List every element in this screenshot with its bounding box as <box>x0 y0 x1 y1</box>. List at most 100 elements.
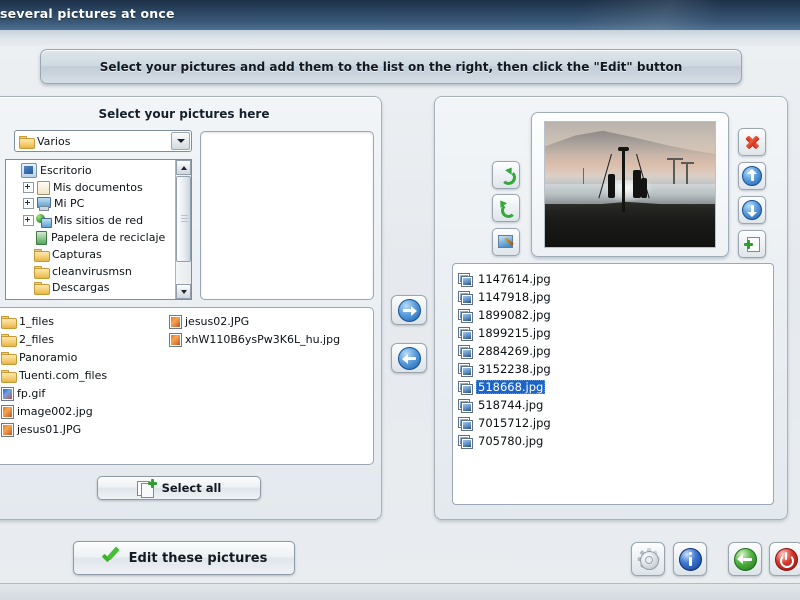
remove-from-list-button[interactable] <box>391 343 427 373</box>
file-name: 3152238.jpg <box>478 362 551 376</box>
back-button[interactable] <box>728 542 762 576</box>
rotate-right-button[interactable] <box>492 161 520 189</box>
source-file-list[interactable]: 1_files 2_files Panoramio Tuenti.com_files f… <box>0 307 374 465</box>
expand-icon[interactable] <box>23 215 34 227</box>
info-button[interactable] <box>673 542 707 576</box>
tree-node[interactable]: Capturas <box>6 246 174 263</box>
move-down-button[interactable] <box>738 196 766 224</box>
chevron-down-icon[interactable] <box>171 132 190 150</box>
list-item[interactable]: jesus02.JPG <box>169 312 340 330</box>
selected-file-list-items: 1147614.jpg 1147918.jpg 1899082.jpg 1899215… <box>458 270 771 450</box>
list-item[interactable]: 1147918.jpg <box>458 288 771 306</box>
rotate-right-icon <box>498 165 516 185</box>
arrow-down-icon <box>742 200 762 220</box>
add-file-icon <box>744 236 760 252</box>
documents-icon <box>36 180 50 195</box>
file-name: 1147918.jpg <box>478 290 551 304</box>
list-item[interactable]: 3152238.jpg <box>458 360 771 378</box>
file-name: 1899082.jpg <box>478 308 551 322</box>
list-item[interactable]: image002.jpg <box>1 402 107 420</box>
list-item[interactable]: fp.gif <box>1 384 107 402</box>
title-sheen <box>0 30 800 46</box>
preview-pane[interactable] <box>200 131 374 300</box>
edit-pictures-button[interactable]: Edit these pictures <box>73 541 295 575</box>
expand-icon[interactable] <box>23 181 34 193</box>
list-item[interactable]: 1147614.jpg <box>458 270 771 288</box>
file-list-column-1: 1_files 2_files Panoramio Tuenti.com_files f… <box>1 312 107 438</box>
tree-node-label: Mis documentos <box>53 180 143 194</box>
gear-icon <box>637 548 660 570</box>
folder-icon <box>34 248 50 262</box>
image-file-icon <box>458 308 473 323</box>
tree-node[interactable]: Mis documentos <box>6 179 174 196</box>
move-up-button[interactable] <box>738 162 766 190</box>
image-file-icon <box>458 344 473 359</box>
arrow-up-icon <box>742 166 762 186</box>
image-file-icon <box>458 362 473 377</box>
computer-icon <box>36 197 51 212</box>
application-window: several pictures at once Select your pic… <box>0 0 800 600</box>
file-name: jesus01.JPG <box>17 422 82 436</box>
tree-node[interactable]: cleanvirusmsn <box>6 263 174 280</box>
list-item[interactable]: Panoramio <box>1 348 107 366</box>
selected-file-list[interactable]: 1147614.jpg 1147918.jpg 1899082.jpg 1899215… <box>452 263 774 505</box>
folder-combobox[interactable]: Varios <box>14 130 192 152</box>
list-item[interactable]: 2884269.jpg <box>458 342 771 360</box>
folder-tree[interactable]: Escritorio Mis documentos Mi PC Mis sitios … <box>5 159 192 300</box>
info-icon <box>678 547 702 571</box>
list-item[interactable]: 518744.jpg <box>458 396 771 414</box>
rotate-left-icon <box>497 198 516 218</box>
select-all-icon <box>136 479 157 498</box>
preview-mast-top <box>618 147 629 151</box>
scroll-up-button[interactable] <box>176 160 191 175</box>
image-file-icon <box>458 272 473 287</box>
folder-icon <box>1 369 17 383</box>
add-file-button[interactable] <box>738 230 766 258</box>
list-item[interactable]: 2_files <box>1 330 107 348</box>
select-all-label: Select all <box>161 481 222 495</box>
list-item[interactable]: 518668.jpg <box>458 378 771 396</box>
tree-node[interactable]: Mi PC <box>6 196 174 213</box>
add-to-list-button[interactable] <box>391 295 427 325</box>
list-item[interactable]: Tuenti.com_files <box>1 366 107 384</box>
tree-scrollbar[interactable] <box>175 160 191 299</box>
effects-button[interactable] <box>492 228 520 256</box>
tree-node[interactable]: Mis sitios de red <box>6 212 174 229</box>
remove-picture-button[interactable] <box>738 128 766 156</box>
folder-tree-list: Escritorio Mis documentos Mi PC Mis sitios … <box>6 162 174 296</box>
preview-mast <box>622 150 625 212</box>
scroll-thumb[interactable] <box>176 176 191 262</box>
edit-pictures-label: Edit these pictures <box>128 550 268 566</box>
rotate-left-button[interactable] <box>492 194 520 222</box>
expand-icon[interactable] <box>23 198 34 210</box>
list-item[interactable]: xhW110B6ysPw3K6L_hu.jpg <box>169 330 340 348</box>
image-preview-frame[interactable] <box>531 112 729 257</box>
tree-node[interactable]: Papelera de reciclaje <box>6 229 174 246</box>
settings-button[interactable] <box>631 542 665 576</box>
tree-node-label: Escritorio <box>40 163 92 177</box>
folder-icon <box>1 315 17 329</box>
image-file-icon <box>458 398 473 413</box>
preview-figure-3 <box>641 178 647 198</box>
list-item[interactable]: jesus01.JPG <box>1 420 107 438</box>
file-name: 7015712.jpg <box>478 416 551 430</box>
tree-node[interactable]: Descargas <box>6 280 174 297</box>
tree-node-label: Mis sitios de red <box>54 214 144 228</box>
folder-combobox-value: Varios <box>37 134 71 148</box>
scroll-down-button[interactable] <box>176 284 191 299</box>
tree-node-label: Capturas <box>52 247 102 261</box>
select-all-button[interactable]: Select all <box>97 476 261 500</box>
image-file-icon <box>458 326 473 341</box>
preview-hills <box>545 130 715 174</box>
exit-button[interactable] <box>769 542 800 576</box>
image-file-icon <box>458 434 473 449</box>
file-name: 2_files <box>19 332 54 346</box>
list-item[interactable]: 7015712.jpg <box>458 414 771 432</box>
list-item[interactable]: 705780.jpg <box>458 432 771 450</box>
list-item[interactable]: 1_files <box>1 312 107 330</box>
tree-node[interactable]: Escritorio <box>6 162 174 179</box>
list-item[interactable]: 1899082.jpg <box>458 306 771 324</box>
file-name: 518668.jpg <box>476 380 546 394</box>
list-item[interactable]: 1899215.jpg <box>458 324 771 342</box>
